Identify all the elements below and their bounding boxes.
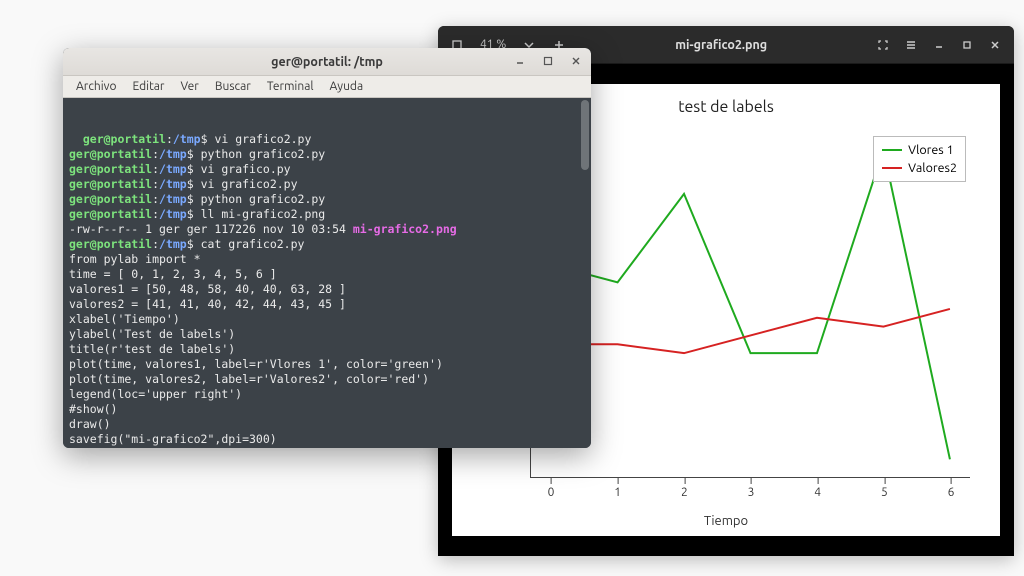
terminal-minimize-button[interactable] xyxy=(511,52,529,70)
legend-label: Vlores 1 xyxy=(908,141,954,159)
x-tick: 5 xyxy=(881,486,888,499)
legend-label: Valores2 xyxy=(908,159,957,177)
terminal-body[interactable]: ger@portatil:/tmp$ vi grafico2.py ger@po… xyxy=(63,98,591,448)
close-button[interactable] xyxy=(982,32,1008,58)
fullscreen-button[interactable] xyxy=(870,32,896,58)
x-tick: 3 xyxy=(748,486,755,499)
menu-editar[interactable]: Editar xyxy=(126,78,172,95)
x-tick: 0 xyxy=(548,486,555,499)
menu-button[interactable] xyxy=(898,32,924,58)
viewer-title: mi-grafico2.png xyxy=(572,38,870,52)
chart-plot-area: Vlores 1 Valores2 303540455055600123456 xyxy=(530,132,970,478)
menu-archivo[interactable]: Archivo xyxy=(69,78,124,95)
menu-ayuda[interactable]: Ayuda xyxy=(323,78,371,95)
x-tick: 4 xyxy=(814,486,821,499)
terminal-titlebar[interactable]: ger@portatil: /tmp xyxy=(63,48,591,76)
chart-legend: Vlores 1 Valores2 xyxy=(873,136,966,182)
legend-entry: Valores2 xyxy=(882,159,957,177)
menu-ver[interactable]: Ver xyxy=(173,78,205,95)
chart-xlabel: Tiempo xyxy=(452,514,1000,528)
x-tick: 1 xyxy=(614,486,621,499)
chart-series-1 xyxy=(551,309,950,353)
terminal-scrollbar[interactable] xyxy=(581,100,589,170)
legend-entry: Vlores 1 xyxy=(882,141,957,159)
minimize-button[interactable] xyxy=(926,32,952,58)
legend-swatch xyxy=(882,149,902,151)
legend-swatch xyxy=(882,167,902,169)
terminal-window: ger@portatil: /tmp Archivo Editar Ver Bu… xyxy=(63,48,591,448)
menu-buscar[interactable]: Buscar xyxy=(208,78,258,95)
terminal-menubar: Archivo Editar Ver Buscar Terminal Ayuda xyxy=(63,76,591,98)
x-tick: 6 xyxy=(948,486,955,499)
x-tick: 2 xyxy=(681,486,688,499)
terminal-close-button[interactable] xyxy=(567,52,585,70)
terminal-maximize-button[interactable] xyxy=(539,52,557,70)
maximize-button[interactable] xyxy=(954,32,980,58)
chart-series-0 xyxy=(551,150,950,460)
menu-terminal[interactable]: Terminal xyxy=(260,78,321,95)
